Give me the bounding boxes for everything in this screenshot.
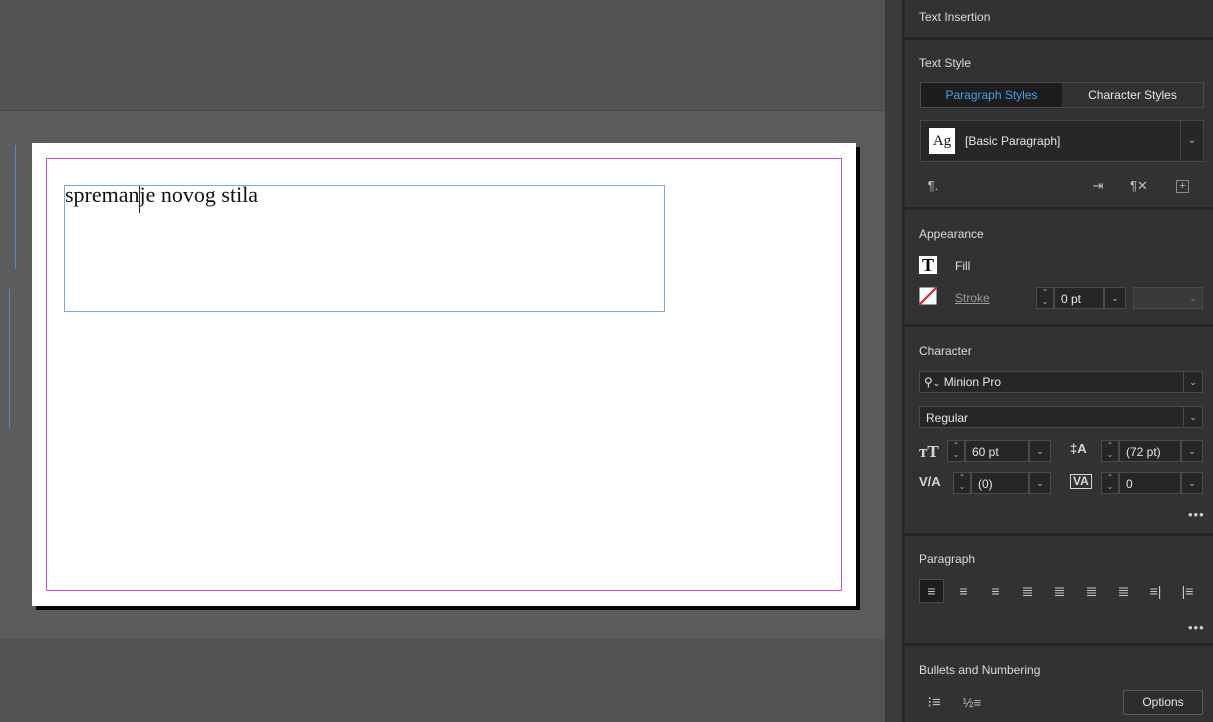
leading-stepper[interactable]: ⌃ ⌄ [1101, 440, 1119, 462]
tab-character-styles[interactable]: Character Styles [1062, 83, 1203, 107]
search-icon: ⚲ [924, 375, 933, 389]
align-towards-spine-icon[interactable]: ≡| [1144, 580, 1167, 602]
bulleted-list-icon[interactable]: ⁝≡ [923, 693, 945, 713]
section-divider [905, 533, 1213, 536]
bullets-options-button[interactable]: Options [1123, 690, 1203, 715]
font-style-dropdown[interactable]: Regular ⌄ [919, 406, 1203, 428]
style-tabs: Paragraph Styles Character Styles [920, 82, 1204, 108]
pasteboard-top [0, 0, 885, 110]
tracking-field[interactable]: 0 [1119, 472, 1181, 494]
offscreen-frame-edge[interactable] [0, 289, 10, 317]
stroke-weight-field[interactable]: 0 pt [1054, 287, 1104, 309]
tab-paragraph-styles[interactable]: Paragraph Styles [921, 83, 1062, 107]
justify-right-icon[interactable]: ≣ [1080, 580, 1103, 602]
stroke-weight-chevron-down-icon[interactable]: ⌄ [1104, 287, 1126, 309]
clear-overrides-icon[interactable]: ¶✕ [1128, 176, 1150, 196]
stroke-type-dropdown[interactable]: ⌄ [1133, 287, 1203, 309]
font-size-icon: ᴛT [919, 442, 939, 461]
font-size-stepper[interactable]: ⌃ ⌄ [947, 440, 965, 462]
more-options-icon[interactable]: ••• [1188, 507, 1205, 522]
font-size-chevron-down-icon[interactable]: ⌄ [1029, 440, 1051, 462]
leading-icon: ‡A [1070, 441, 1087, 456]
section-title-paragraph: Paragraph [919, 552, 976, 566]
style-preview-icon: Ag [929, 128, 955, 154]
stroke-label[interactable]: Stroke [955, 291, 990, 305]
section-divider [905, 324, 1213, 327]
numbered-list-icon[interactable]: ½≡ [961, 693, 983, 713]
new-style-icon[interactable]: + [1176, 180, 1189, 193]
paragraph-alignment-row: ≡ ≡ ≡ ≣ ≣ ≣ ≣ ≡| |≡ [919, 579, 1206, 604]
panel-gutter [885, 0, 903, 722]
justify-center-icon[interactable]: ≣ [1048, 580, 1071, 602]
font-family-value: Minion Pro [943, 375, 1002, 389]
offscreen-frame-edge[interactable] [0, 145, 16, 269]
section-title-text-insertion: Text Insertion [919, 10, 991, 24]
text-cursor [139, 186, 140, 213]
stroke-none-swatch-icon[interactable] [919, 287, 937, 305]
pilcrow-options-icon[interactable]: ¶. [922, 176, 944, 196]
align-left-icon[interactable]: ≡ [919, 579, 944, 603]
kerning-stepper[interactable]: ⌃ ⌄ [953, 472, 971, 494]
stroke-weight-stepper[interactable]: ⌃ ⌄ [1036, 287, 1054, 309]
section-title-character: Character [919, 344, 972, 358]
justify-left-icon[interactable]: ≣ [1016, 580, 1039, 602]
section-divider [905, 37, 1213, 40]
leading-chevron-down-icon[interactable]: ⌄ [1181, 440, 1203, 462]
section-divider [905, 643, 1213, 646]
font-size-field[interactable]: 60 pt [965, 440, 1029, 462]
section-title-bullets-and-numbering: Bullets and Numbering [919, 663, 1041, 677]
kerning-icon: V/A [919, 474, 941, 489]
kerning-chevron-down-icon[interactable]: ⌄ [1029, 472, 1051, 494]
kerning-field[interactable]: (0) [971, 472, 1029, 494]
justify-all-icon[interactable]: ≣ [1112, 580, 1135, 602]
fill-label: Fill [955, 259, 971, 273]
more-options-icon[interactable]: ••• [1188, 620, 1205, 635]
properties-panel: Text Insertion Text Style Paragraph Styl… [905, 0, 1213, 722]
fill-swatch-icon[interactable]: T [919, 256, 937, 274]
create-style-from-selection-icon[interactable]: ⇥ [1087, 176, 1109, 196]
align-away-from-spine-icon[interactable]: |≡ [1176, 580, 1199, 602]
tracking-chevron-down-icon[interactable]: ⌄ [1181, 472, 1203, 494]
frame-text[interactable]: spremanje novog stila [65, 182, 258, 208]
align-right-icon[interactable]: ≡ [984, 580, 1007, 602]
leading-field[interactable]: (72 pt) [1119, 440, 1181, 462]
tracking-stepper[interactable]: ⌃ ⌄ [1101, 472, 1119, 494]
section-title-text-style: Text Style [919, 56, 972, 70]
pasteboard-bottom [0, 639, 885, 722]
paragraph-style-dropdown[interactable]: Ag [Basic Paragraph] ⌄ [920, 120, 1204, 162]
section-title-appearance: Appearance [919, 227, 984, 241]
tracking-icon: VA [1070, 474, 1092, 489]
selected-style-name: [Basic Paragraph] [965, 134, 1061, 148]
font-family-dropdown[interactable]: ⚲⌄ Minion Pro ⌄ [919, 371, 1203, 393]
offscreen-frame-edge[interactable] [0, 316, 10, 428]
align-center-icon[interactable]: ≡ [952, 580, 975, 602]
chevron-down-icon[interactable]: ⌄ [1180, 121, 1203, 161]
section-divider [905, 207, 1213, 210]
